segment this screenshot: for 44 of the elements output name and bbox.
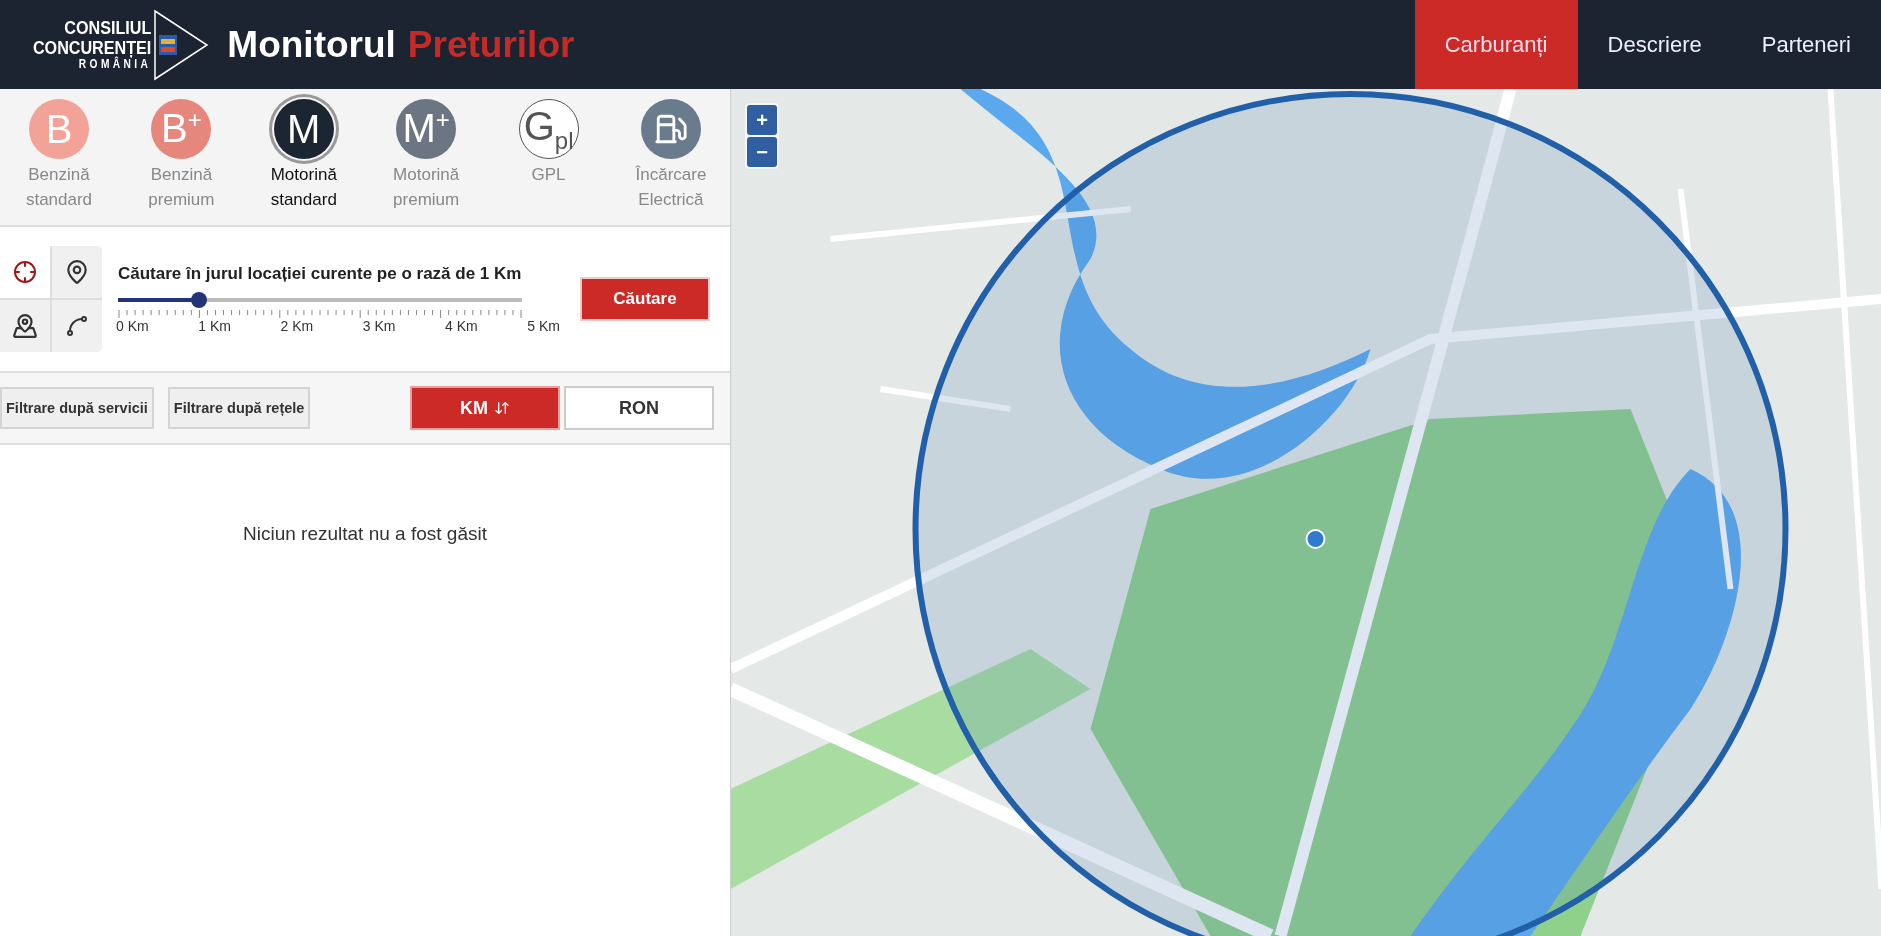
fuel-glyph: B bbox=[45, 106, 73, 152]
fuel-type-button[interactable]: M Motorină standard bbox=[244, 99, 363, 225]
site-title-accent: Preturilor bbox=[407, 23, 575, 66]
site-title: Monitorul bbox=[227, 23, 396, 66]
logo-text: CONSILIUL bbox=[64, 18, 152, 39]
logo-text: ROMÂNIA bbox=[78, 58, 152, 71]
crosshair-icon bbox=[13, 260, 37, 284]
map-pin-icon bbox=[64, 259, 90, 285]
empty-results-message: Niciun rezultat nu a fost găsit bbox=[243, 523, 487, 546]
fuel-type-button[interactable]: M$^{+}$ Motorină premium bbox=[367, 99, 486, 225]
tick-label: 2 Km bbox=[280, 318, 314, 334]
nav-link[interactable]: Carburanți bbox=[1414, 0, 1578, 89]
sort-button[interactable]: KM bbox=[410, 386, 560, 430]
sort-button[interactable]: RON bbox=[564, 386, 714, 430]
tick-label: 3 Km bbox=[362, 318, 396, 334]
sort-order-icon bbox=[494, 400, 510, 416]
fuel-type-button[interactable]: Încărcare Electrică bbox=[611, 99, 730, 225]
route-icon bbox=[65, 314, 89, 338]
nav-link[interactable]: Parteneri bbox=[1731, 0, 1881, 89]
nav-link[interactable]: Descriere bbox=[1577, 0, 1732, 89]
filter-button[interactable]: Filtrare după rețele bbox=[167, 387, 311, 429]
tick-label: 5 Km bbox=[527, 318, 560, 334]
search-mode-button[interactable] bbox=[0, 300, 50, 352]
search-mode-button[interactable] bbox=[52, 246, 102, 298]
logo-text: CONCURENȚEI bbox=[32, 38, 152, 59]
search-mode-button[interactable] bbox=[0, 246, 50, 298]
tick-label: 1 Km bbox=[198, 318, 231, 334]
tick-label: 0 Km bbox=[116, 318, 149, 334]
fuel-glyph: G$_{pl}$ bbox=[523, 103, 574, 155]
fuel-glyph: M bbox=[287, 106, 321, 152]
search-title: Căutare în jurul locației curente pe o rază de 1 Km bbox=[118, 264, 523, 284]
tick-label: 4 Km bbox=[445, 318, 478, 334]
search-button[interactable]: Căutare bbox=[580, 277, 710, 321]
zoom-button[interactable]: + bbox=[747, 105, 777, 135]
fuel-type-button[interactable]: B$^{+}$ Benzină premium bbox=[122, 99, 241, 225]
fuel-type-button[interactable]: B Benzină standard bbox=[0, 99, 118, 225]
search-mode-button[interactable] bbox=[52, 300, 102, 352]
fuel-glyph: B$^{+}$ bbox=[161, 106, 202, 152]
logo-triangle-icon bbox=[153, 8, 210, 81]
map-pin-icon bbox=[12, 313, 38, 339]
filter-button[interactable]: Filtrare după servicii bbox=[0, 387, 154, 429]
fuel-type-button[interactable]: G$_{pl}$ GPL bbox=[489, 99, 608, 225]
fuel-glyph: M$^{+}$ bbox=[402, 106, 450, 152]
zoom-button[interactable]: − bbox=[747, 137, 777, 167]
